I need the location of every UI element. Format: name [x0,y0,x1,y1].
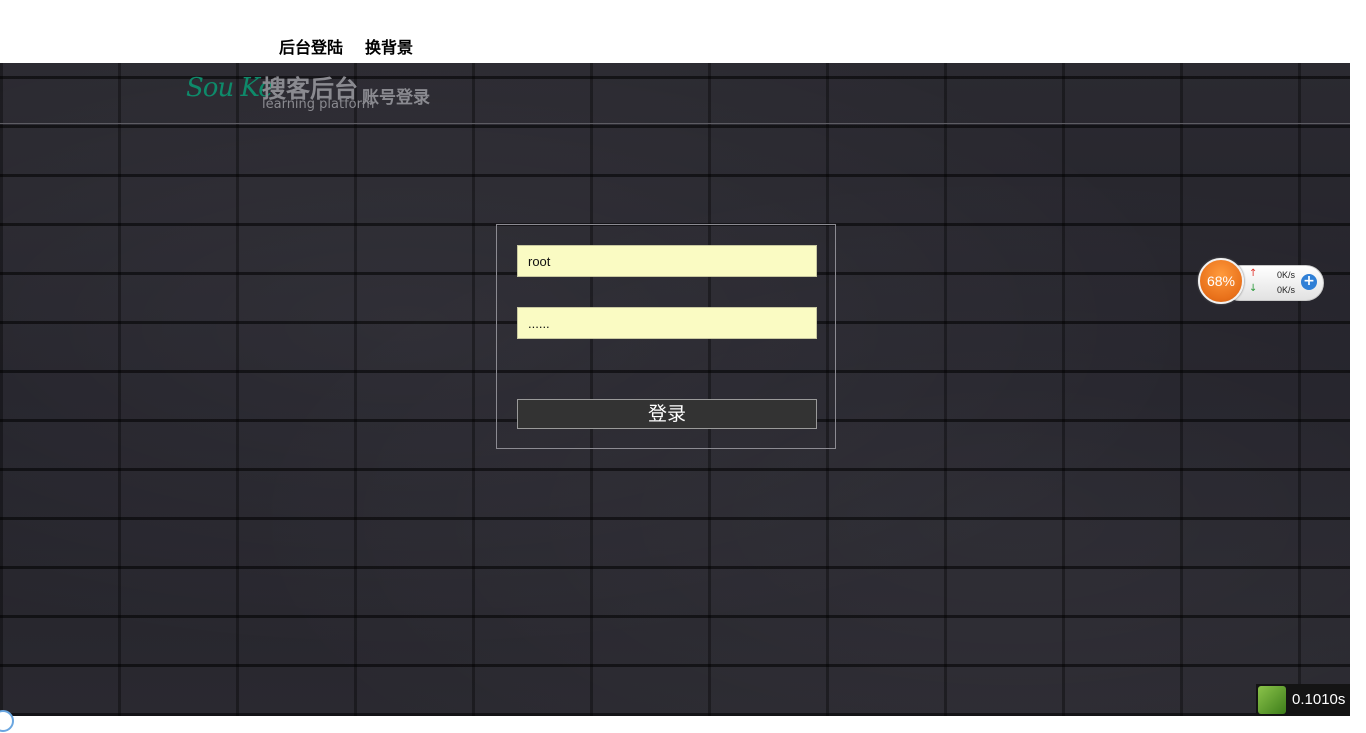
upload-arrow-icon: ↑ [1249,268,1258,279]
add-icon[interactable]: + [1301,274,1317,290]
download-speed: 0K/s [1276,285,1295,295]
network-monitor[interactable]: 68% ↑ ↓ 0K/s 0K/s + [1198,257,1324,307]
login-form: 登录 [496,224,836,449]
download-arrow-icon: ↓ [1249,283,1258,294]
password-field[interactable] [517,307,817,339]
top-nav: 后台登陆 换背景 [0,0,1366,63]
logo-subtitle: learning platform [262,97,375,112]
account-login-label: 账号登录 [362,88,430,108]
logo-mark: Sou Ke [186,73,274,103]
admin-login-link[interactable]: 后台登陆 [279,38,343,58]
brick-background: Sou Ke 搜客后台 learning platform 账号登录 登录 68… [0,63,1350,716]
login-button[interactable]: 登录 [517,399,817,429]
page-timer: 0.1010s [1256,684,1350,716]
bottom-strip [0,716,1366,733]
change-background-link[interactable]: 换背景 [365,38,413,58]
timer-value: 0.1010s [1292,691,1346,708]
leaf-icon [1258,686,1286,714]
upload-speed: 0K/s [1276,270,1295,280]
username-field[interactable] [517,245,817,277]
header-bar: Sou Ke 搜客后台 learning platform 账号登录 [0,63,1350,124]
memory-usage-ball[interactable]: 68% [1198,258,1244,304]
